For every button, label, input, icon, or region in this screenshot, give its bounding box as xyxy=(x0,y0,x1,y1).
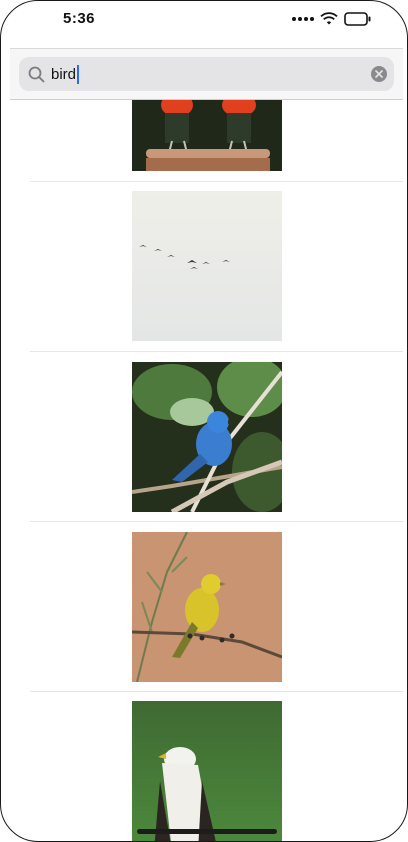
list-item[interactable] xyxy=(30,691,403,842)
list-item[interactable] xyxy=(30,521,403,692)
search-field[interactable]: bird xyxy=(19,57,394,91)
status-time: 5:36 xyxy=(63,10,96,27)
phone-screen: 5:36 bird xyxy=(0,0,408,842)
home-indicator[interactable] xyxy=(137,829,277,834)
status-bar: 5:36 xyxy=(0,0,408,44)
signal-icon xyxy=(292,17,314,21)
yellow-bird-on-branch-thumbnail[interactable] xyxy=(132,532,282,682)
list-item[interactable] xyxy=(30,181,403,352)
search-input[interactable]: bird xyxy=(51,64,80,84)
blue-bird-on-branch-thumbnail[interactable] xyxy=(132,362,282,512)
list-item[interactable] xyxy=(30,351,403,522)
text-caret xyxy=(77,64,80,84)
search-icon xyxy=(27,65,45,83)
eagle-on-grass-thumbnail[interactable] xyxy=(132,701,282,842)
wifi-icon xyxy=(320,12,338,25)
clear-icon[interactable] xyxy=(371,66,387,82)
parrots-on-perch-thumbnail[interactable] xyxy=(132,98,282,171)
flock-of-birds-in-sky-thumbnail[interactable] xyxy=(132,191,282,341)
search-input-text: bird xyxy=(51,65,77,83)
list-item[interactable] xyxy=(30,98,403,182)
battery-icon xyxy=(344,12,371,26)
status-icons xyxy=(292,12,372,26)
search-header: bird xyxy=(10,48,403,100)
results-list xyxy=(0,98,408,842)
